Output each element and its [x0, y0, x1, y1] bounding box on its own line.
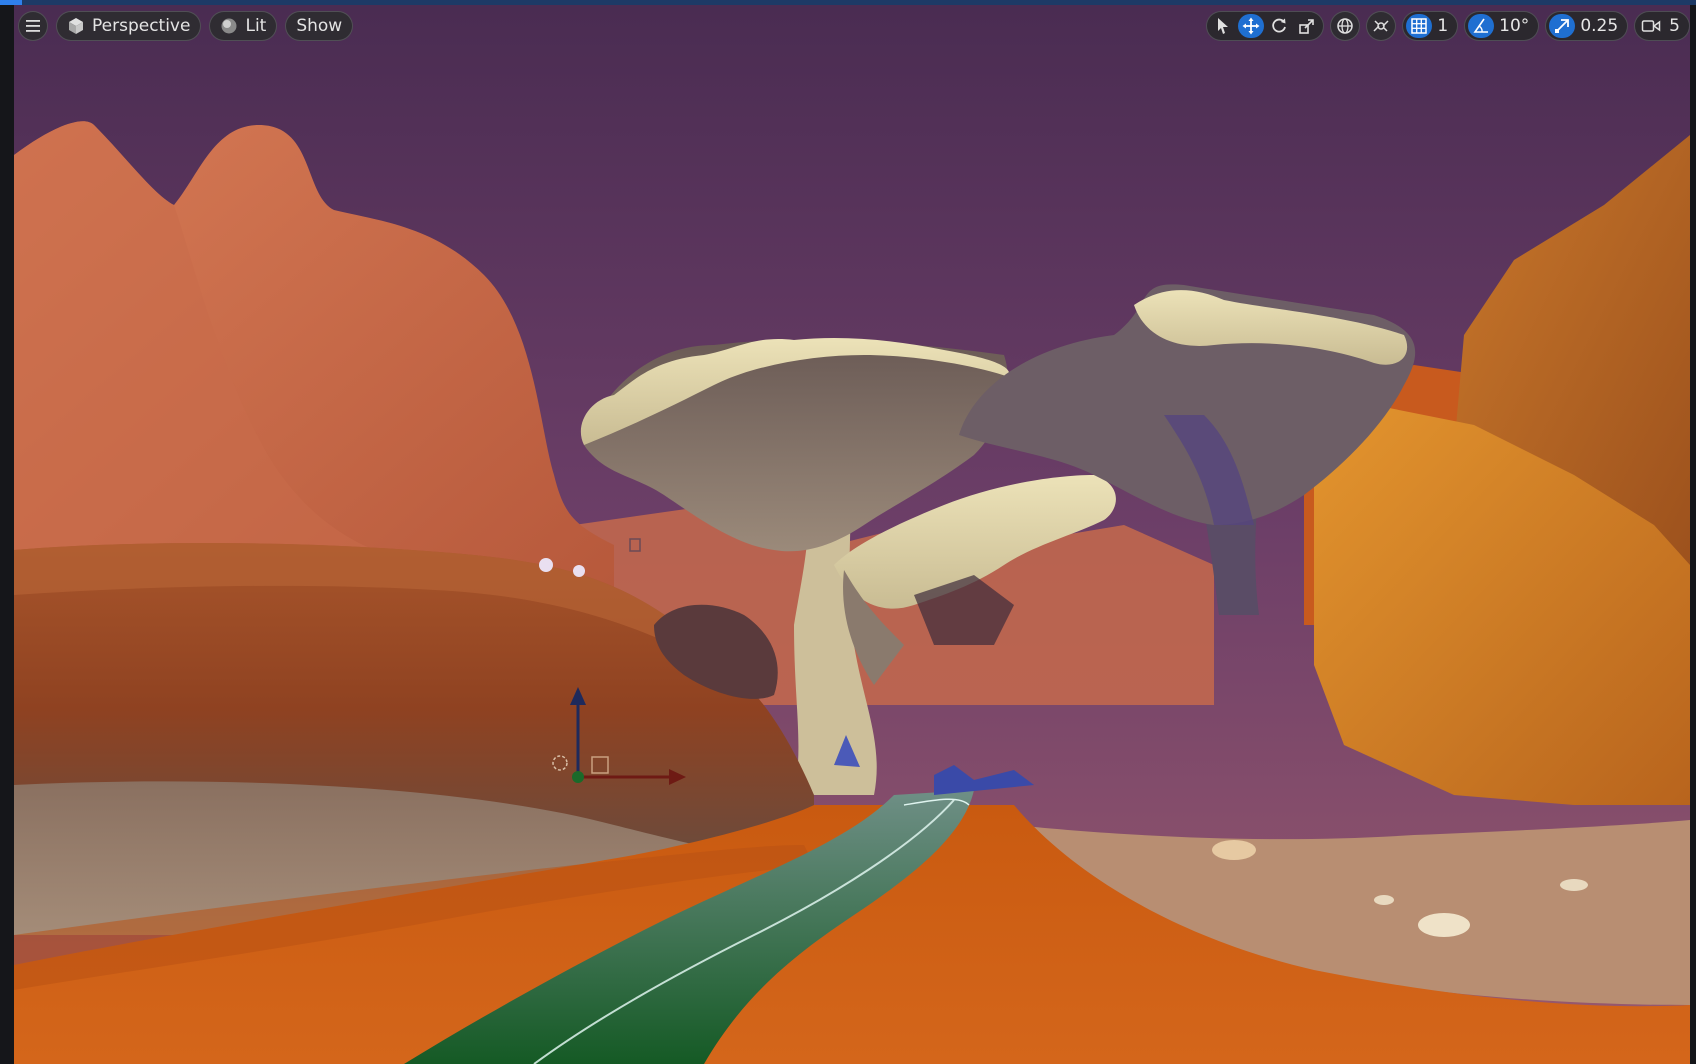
viewport-menu-button[interactable]: [18, 11, 48, 41]
perspective-label: Perspective: [92, 16, 191, 36]
scale-snap-toggle[interactable]: [1549, 14, 1576, 38]
rotate-icon: [1272, 18, 1287, 33]
editor-viewport[interactable]: Perspective Lit Show 1 10° 0.25 5: [0, 0, 1696, 1064]
rotate-tool-button[interactable]: [1266, 14, 1292, 38]
viewport-toolbar-left: Perspective Lit Show: [18, 10, 354, 42]
camera-speed-group[interactable]: 5: [1634, 11, 1690, 41]
grid-snap-value[interactable]: 1: [1434, 16, 1454, 36]
sphere-icon: [221, 18, 237, 34]
scale-tool-button[interactable]: [1294, 14, 1320, 38]
move-arrows-icon: [1242, 17, 1260, 35]
grid-icon: [1411, 18, 1428, 34]
surface-snap-icon: [1373, 20, 1389, 32]
rotation-snap-value[interactable]: 10°: [1496, 16, 1535, 36]
grid-snap-toggle[interactable]: [1406, 14, 1433, 38]
coordinate-system-button[interactable]: [1330, 11, 1361, 41]
viewport-right-border: [1690, 5, 1696, 1064]
perspective-view-button[interactable]: Perspective: [56, 11, 202, 41]
grid-snap-group: 1: [1402, 11, 1459, 41]
camera-speed-button[interactable]: [1638, 14, 1664, 38]
hamburger-menu-icon: [26, 20, 40, 32]
surface-snapping-button[interactable]: [1366, 11, 1397, 41]
viewport-toolbar-right: 1 10° 0.25 5: [1206, 10, 1690, 42]
select-tool-button[interactable]: [1210, 14, 1236, 38]
cursor-arrow-icon: [1218, 18, 1229, 34]
scene-render[interactable]: [14, 5, 1690, 1064]
video-camera-icon: [1641, 20, 1661, 32]
lit-view-mode-button[interactable]: Lit: [209, 11, 278, 41]
cube-icon: [69, 18, 83, 34]
globe-icon: [1337, 18, 1354, 34]
camera-speed-value[interactable]: 5: [1666, 16, 1686, 36]
scale-snap-group: 0.25: [1545, 11, 1629, 41]
show-label: Show: [296, 16, 343, 36]
transform-tools-group: [1206, 11, 1325, 41]
translate-tool-button[interactable]: [1238, 14, 1265, 38]
scale-snap-value[interactable]: 0.25: [1577, 16, 1624, 36]
rotation-snap-group: 10°: [1464, 11, 1540, 41]
lit-label: Lit: [245, 16, 267, 36]
show-flags-button[interactable]: Show: [285, 11, 354, 41]
rotation-snap-toggle[interactable]: [1468, 14, 1495, 38]
angle-icon: [1473, 18, 1489, 33]
scale-icon: [1299, 19, 1315, 34]
scale-snap-icon: [1555, 19, 1570, 33]
